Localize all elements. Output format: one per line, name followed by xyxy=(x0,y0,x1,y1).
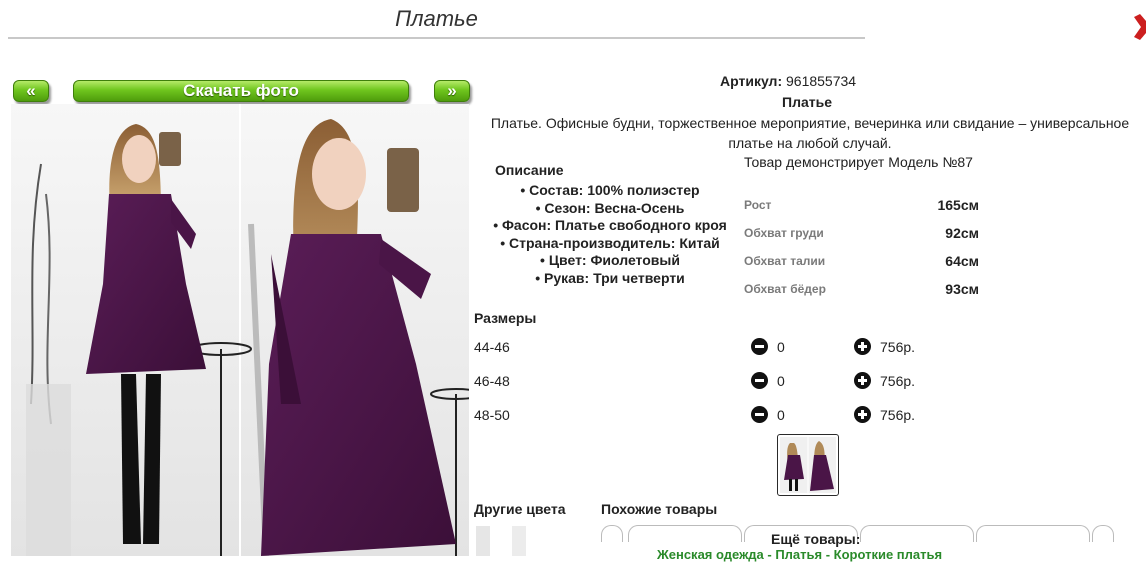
color-swatch[interactable] xyxy=(512,526,526,556)
attribute-list: • Состав: 100% полиэстер • Сезон: Весна-… xyxy=(475,182,745,287)
attribute-item: • Страна-производитель: Китай xyxy=(500,234,720,251)
title-divider xyxy=(8,37,865,39)
size-quantity: 0 xyxy=(777,407,785,423)
article-label: Артикул: xyxy=(720,73,783,89)
size-label: 44-46 xyxy=(474,339,510,355)
product-name: Платье xyxy=(782,94,832,110)
size-price: 756р. xyxy=(880,407,916,423)
similar-prev-button[interactable] xyxy=(601,525,623,542)
minus-circle-icon[interactable] xyxy=(751,338,768,355)
page-title: Платье xyxy=(395,6,478,31)
measure-value-height: 165см xyxy=(937,197,979,213)
product-photo[interactable] xyxy=(11,104,469,556)
measure-value-hips: 93см xyxy=(945,281,979,297)
article-value: 961855734 xyxy=(786,73,857,89)
plus-circle-icon[interactable] xyxy=(854,406,871,423)
model-caption: Товар демонстрирует Модель №87 xyxy=(744,154,973,170)
size-price: 756р. xyxy=(880,339,916,355)
more-items-heading: Ещё товары: xyxy=(771,531,861,547)
sizes-heading: Размеры xyxy=(474,310,537,326)
attribute-item: • Сезон: Весна-Осень xyxy=(535,199,685,216)
measure-label-height: Рост xyxy=(744,198,772,212)
plus-circle-icon[interactable] xyxy=(854,372,871,389)
size-quantity: 0 xyxy=(777,339,785,355)
article-line: Артикул: 961855734 xyxy=(720,73,856,89)
attribute-item: • Цвет: Фиолетовый xyxy=(540,252,680,268)
measure-value-waist: 64см xyxy=(945,253,979,269)
next-photo-button[interactable]: » xyxy=(434,80,470,102)
plus-circle-icon[interactable] xyxy=(854,338,871,355)
measure-label-waist: Обхват талии xyxy=(744,254,826,268)
measure-label-hips: Обхват бёдер xyxy=(744,282,826,296)
attribute-item: • Фасон: Платье свободного кроя xyxy=(493,217,727,233)
size-quantity: 0 xyxy=(777,373,785,389)
attribute-item: • Рукав: Три четверти xyxy=(535,269,685,286)
product-description: Платье. Офисные будни, торжественное мер… xyxy=(490,115,1130,151)
similar-item-card[interactable] xyxy=(628,525,742,542)
similar-item-card[interactable] xyxy=(860,525,974,542)
measure-label-bust: Обхват груди xyxy=(744,226,824,240)
size-label: 46-48 xyxy=(474,373,510,389)
photo-thumbnail[interactable] xyxy=(777,434,839,496)
description-heading: Описание xyxy=(495,162,564,178)
similar-item-card[interactable] xyxy=(976,525,1090,542)
minus-circle-icon[interactable] xyxy=(751,372,768,389)
prev-photo-button[interactable]: « xyxy=(13,80,49,102)
close-icon[interactable] xyxy=(1131,12,1146,42)
minus-circle-icon[interactable] xyxy=(751,406,768,423)
size-label: 48-50 xyxy=(474,407,510,423)
other-colors-heading: Другие цвета xyxy=(474,501,566,517)
size-price: 756р. xyxy=(880,373,916,389)
category-links[interactable]: Женская одежда - Платья - Короткие плать… xyxy=(657,547,942,562)
similar-items-heading: Похожие товары xyxy=(601,501,718,517)
download-photo-button[interactable]: Скачать фото xyxy=(73,80,409,102)
similar-next-button[interactable] xyxy=(1092,525,1114,542)
color-swatch[interactable] xyxy=(476,526,490,556)
measure-value-bust: 92см xyxy=(945,225,979,241)
attribute-item: • Состав: 100% полиэстер xyxy=(520,182,700,198)
